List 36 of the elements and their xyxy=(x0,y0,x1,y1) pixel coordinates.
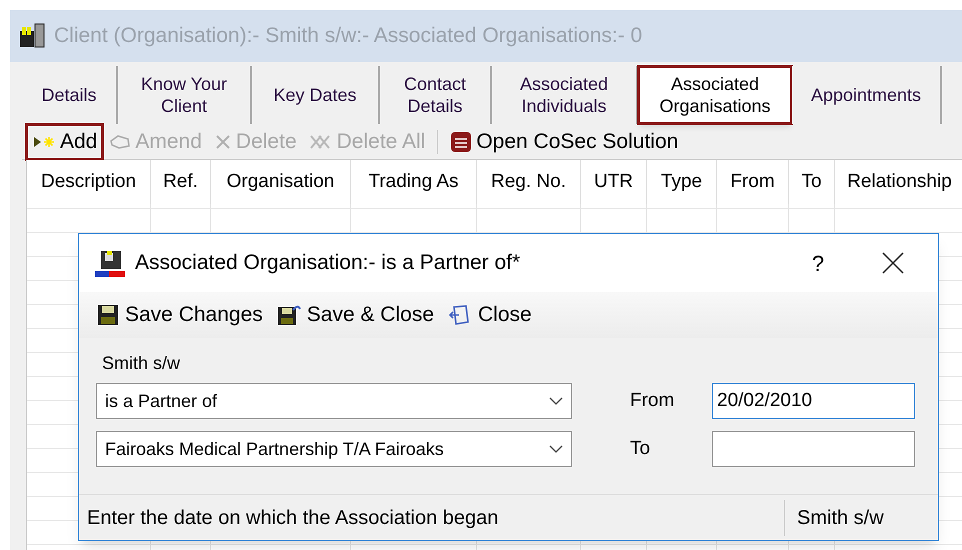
column-header[interactable]: Relationship xyxy=(835,160,962,204)
chevron-down-icon xyxy=(549,445,563,453)
field-label: From xyxy=(630,388,676,413)
tab[interactable]: Associated Organisations xyxy=(638,66,792,124)
relationship-dropdown[interactable]: is a Partner of xyxy=(96,383,572,419)
from-date-field[interactable]: 20/02/2010 xyxy=(712,383,915,419)
column-header[interactable]: Ref. xyxy=(151,160,211,204)
status-text: Enter the date on which the Association began xyxy=(86,506,500,530)
column-header[interactable]: Reg. No. xyxy=(477,160,581,204)
close-button[interactable]: Close xyxy=(448,299,532,331)
cross-icon xyxy=(214,132,232,150)
window-title: Client (Organisation):- Smith s/w:- Associated Organisations:- 0 xyxy=(54,23,642,50)
client-label: Smith s/w xyxy=(102,352,182,375)
building-icon xyxy=(18,23,46,49)
open-cosec-button[interactable]: Open CoSec Solution xyxy=(446,126,682,158)
door-arrow-icon xyxy=(448,304,472,326)
chevron-down-icon xyxy=(549,397,563,405)
floppy-disk-icon xyxy=(276,304,301,326)
organisation-dropdown[interactable]: Fairoaks Medical Partnership T/A Fairoaks xyxy=(96,431,572,467)
column-header[interactable]: Description xyxy=(27,160,151,204)
tab[interactable]: Appointments xyxy=(792,66,942,124)
column-header[interactable]: UTR xyxy=(581,160,647,204)
to-date-field[interactable] xyxy=(712,431,915,467)
help-button[interactable]: ? xyxy=(798,246,838,280)
save-and-close-button[interactable]: Save & Close xyxy=(276,299,434,331)
column-header[interactable]: To xyxy=(789,160,835,204)
add-button[interactable]: Add xyxy=(28,126,102,158)
dialog-title: Associated Organisation:- is a Partner of* xyxy=(135,250,520,276)
field-label: To xyxy=(630,436,652,461)
column-header[interactable]: Organisation xyxy=(211,160,351,204)
column-header[interactable]: Trading As xyxy=(351,160,477,204)
column-header[interactable]: From xyxy=(717,160,789,204)
save-changes-button[interactable]: Save Changes xyxy=(97,299,263,331)
status-text: Smith s/w xyxy=(784,500,938,536)
column-header[interactable]: Type xyxy=(647,160,717,204)
cosec-logo-icon xyxy=(450,130,472,152)
